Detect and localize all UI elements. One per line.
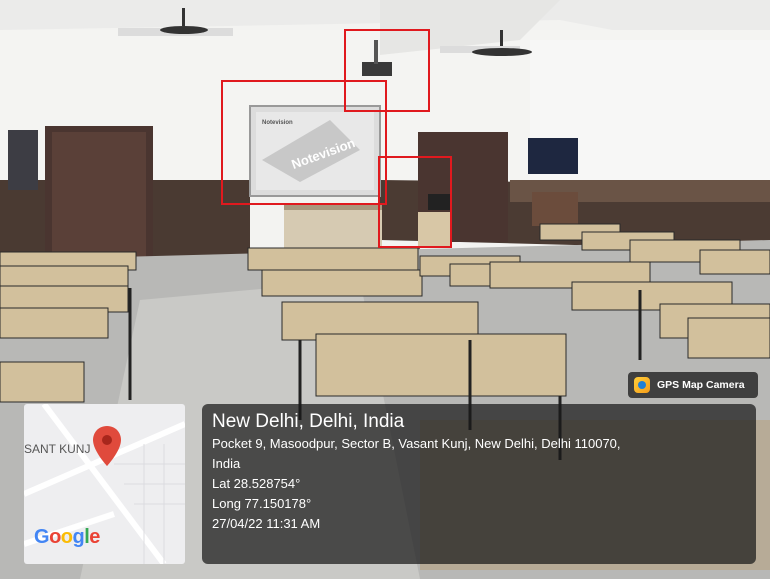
- location-datetime: 27/04/22 11:31 AM: [212, 516, 321, 531]
- map-thumbnail: SANT KUNJ Google: [24, 404, 185, 564]
- google-logo-text: Google: [34, 526, 100, 548]
- location-latitude: Lat 28.528754°: [212, 476, 301, 491]
- projector-highlight-box: [344, 29, 430, 112]
- map-area-label: SANT KUNJ: [24, 442, 91, 456]
- location-city: New Delhi, Delhi, India: [212, 411, 405, 432]
- google-logo-letter: e: [89, 526, 100, 548]
- google-logo-letter: o: [60, 526, 73, 548]
- google-logo: Google: [34, 526, 100, 549]
- location-address-line1: Pocket 9, Masoodpur, Sector B, Vasant Ku…: [212, 436, 621, 451]
- gps-map-camera-icon: [634, 377, 650, 393]
- google-logo-letter: g: [72, 526, 85, 548]
- cart-highlight-box: [378, 156, 452, 248]
- map-pin-icon: [93, 426, 121, 466]
- gps-map-camera-badge: GPS Map Camera: [628, 372, 758, 398]
- location-longitude: Long 77.150178°: [212, 496, 312, 511]
- location-panel: New Delhi, Delhi, India Pocket 9, Masood…: [202, 404, 756, 564]
- google-logo-letter: G: [34, 526, 50, 548]
- google-logo-letter: o: [49, 526, 61, 548]
- gps-map-camera-label: GPS Map Camera: [657, 379, 745, 391]
- projection-small-logo: Notevision: [262, 120, 293, 126]
- location-address-line2: India: [212, 456, 241, 471]
